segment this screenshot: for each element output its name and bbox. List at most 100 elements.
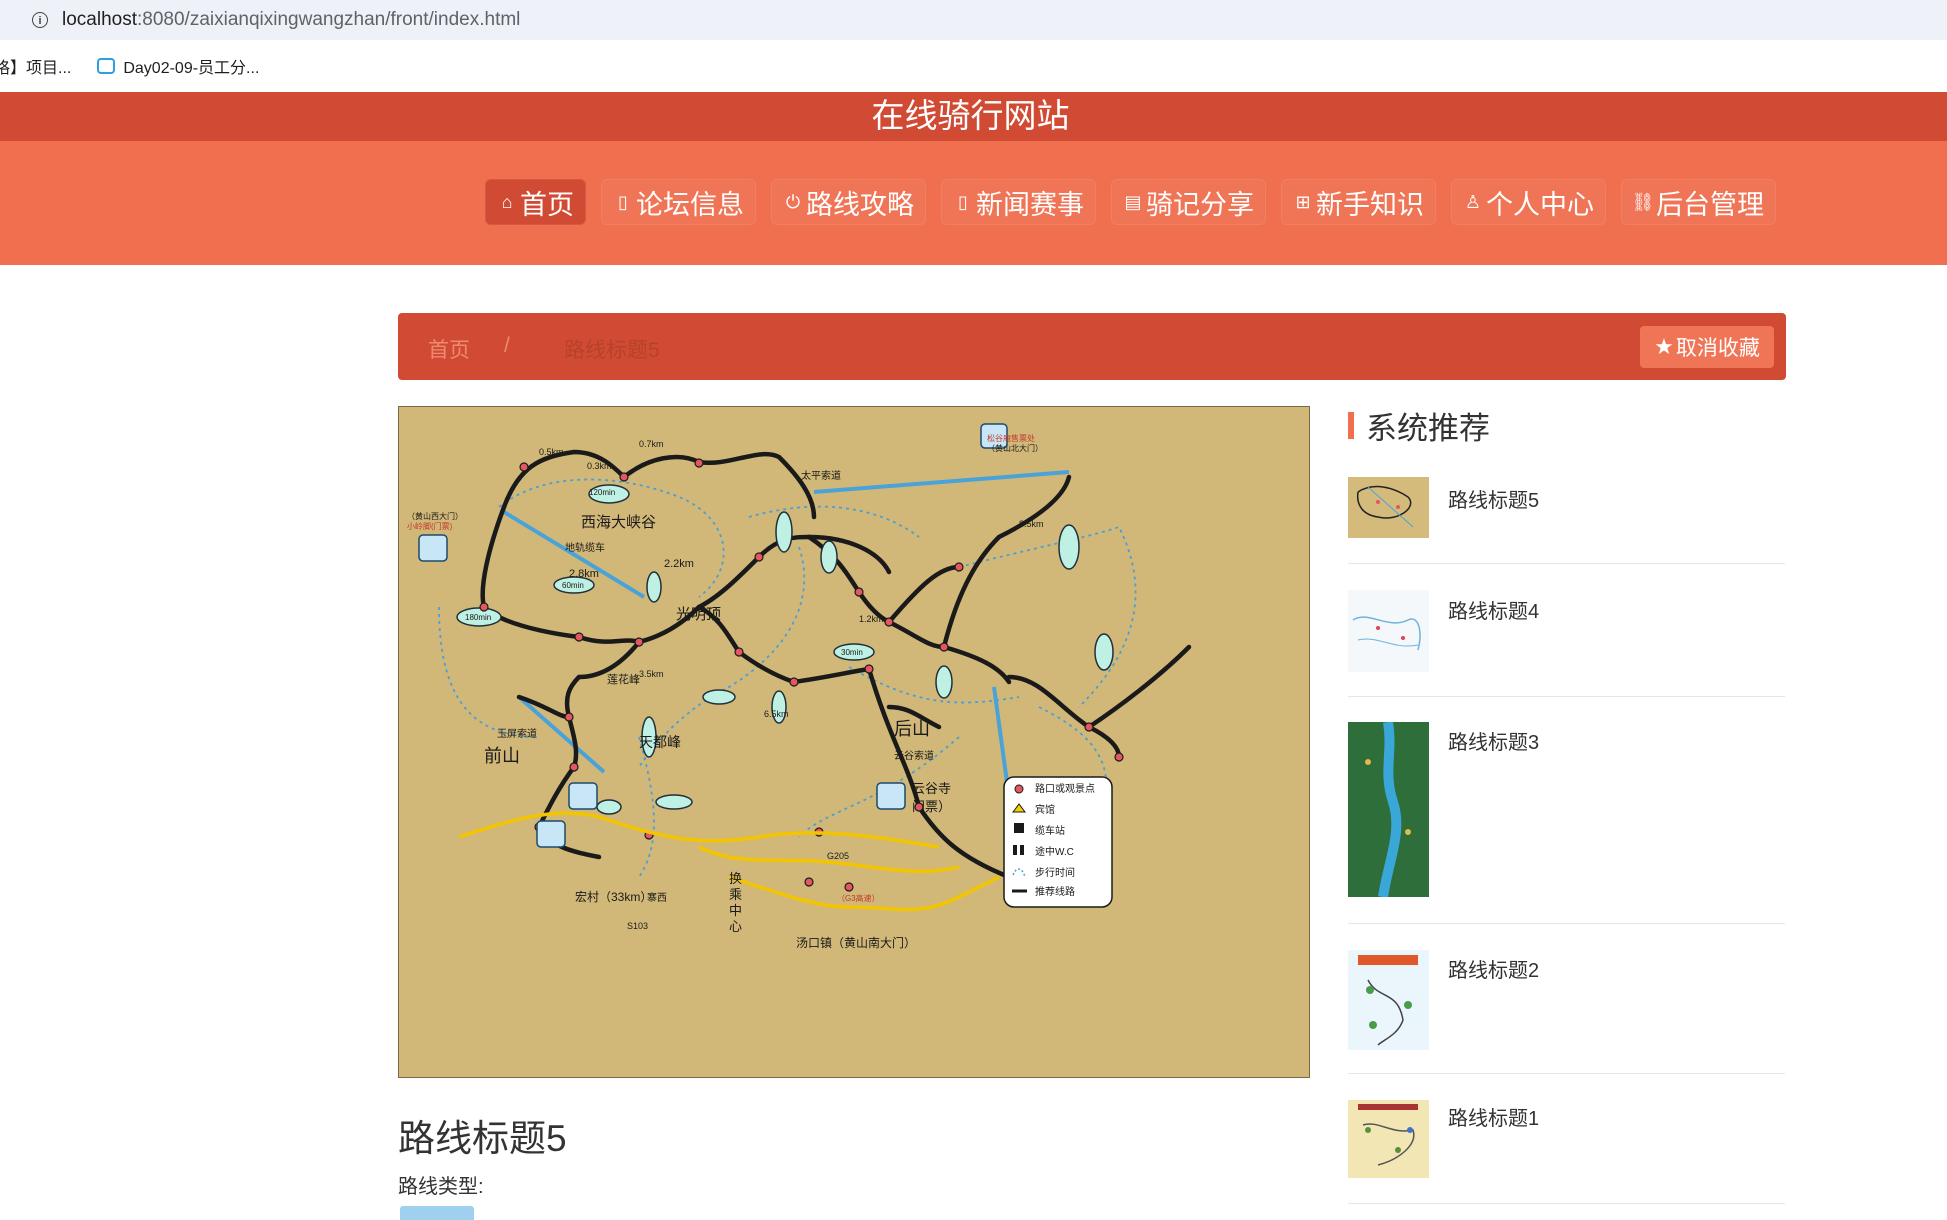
map-label-lianhua: 莲花峰 bbox=[607, 673, 640, 686]
home-icon: ⌂ bbox=[501, 191, 513, 212]
map-distance: 8.5km bbox=[1019, 519, 1044, 529]
legend-label: 途中W.C bbox=[1035, 845, 1074, 858]
map-label-zhaixi: 寨西 bbox=[647, 891, 667, 904]
url-path: :8080/zaixianqixingwangzhan/front/index.… bbox=[137, 9, 521, 30]
nav-item-label: 个人中心 bbox=[1486, 189, 1594, 220]
map-distance: 6.5km bbox=[764, 709, 789, 719]
breadcrumb-separator: / bbox=[504, 334, 510, 357]
heading-accent-bar bbox=[1348, 411, 1354, 439]
recommend-item-label[interactable]: 路线标题5 bbox=[1448, 484, 1539, 513]
bookmark-item[interactable]: Day02-09-员工分... bbox=[97, 54, 259, 78]
recommend-item[interactable]: 路线标题2 bbox=[1348, 950, 1785, 1074]
map-distance: 0.7km bbox=[639, 439, 664, 449]
map-label-s103: S103 bbox=[627, 921, 648, 931]
map-label-yungu-suodao: 云谷索道 bbox=[894, 749, 934, 762]
map-time-badge: 180min bbox=[465, 613, 491, 622]
unfavorite-label: 取消收藏 bbox=[1675, 337, 1760, 360]
breadcrumb-home[interactable]: 首页 bbox=[428, 334, 470, 364]
map-label-songgu-2: （黄山北大门） bbox=[987, 443, 1043, 453]
address-bar[interactable]: i localhost:8080/zaixianqixingwangzhan/f… bbox=[0, 0, 1947, 40]
recommend-item-label[interactable]: 路线标题4 bbox=[1448, 595, 1539, 624]
legend-toilet-icon bbox=[1013, 845, 1017, 855]
map-label-zhong: 中 bbox=[729, 903, 742, 918]
map-label-cheng: 乘 bbox=[729, 887, 742, 902]
map-thumb-icon[interactable] bbox=[1348, 477, 1429, 538]
link-icon: ⛓ bbox=[1631, 191, 1655, 212]
nav-item-2[interactable]: ⏻ 路线攻略 bbox=[771, 179, 926, 225]
map-distance: 2.2km bbox=[664, 558, 694, 570]
recommend-item-label[interactable]: 路线标题3 bbox=[1448, 726, 1539, 755]
map-distance: 3.5km bbox=[639, 669, 664, 679]
site-title-bar: 在线骑行网站 bbox=[0, 92, 1947, 141]
route-map-image: 西海大峡谷 光明顶 后山 前山 天都峰 莲花峰 宏村（33km） 寨西 汤口镇（… bbox=[398, 406, 1310, 1078]
book-icon: ▯ bbox=[618, 191, 628, 212]
legend-dot-icon bbox=[1014, 784, 1024, 794]
recommend-item-label[interactable]: 路线标题1 bbox=[1448, 1102, 1539, 1131]
unfavorite-button[interactable]: ★ 取消收藏 bbox=[1640, 326, 1774, 368]
route-map-svg: 西海大峡谷 光明顶 后山 前山 天都峰 莲花峰 宏村（33km） 寨西 汤口镇（… bbox=[399, 407, 1309, 1077]
map-label-yuping-suodao: 玉屏索道 bbox=[497, 727, 537, 740]
legend-label: 推荐线路 bbox=[1035, 885, 1075, 898]
nav-item-6[interactable]: ♙ 个人中心 bbox=[1451, 179, 1606, 225]
recommend-heading-text: 系统推荐 bbox=[1366, 410, 1490, 446]
calendar-icon: ▤ bbox=[1124, 191, 1142, 212]
bookmark-item[interactable]: 咯】项目... bbox=[0, 54, 71, 78]
map-label-xin: 心 bbox=[729, 919, 742, 934]
power-icon: ⏻ bbox=[785, 191, 801, 212]
map-label-xiaolingjiao: 小岭脚(门票) bbox=[407, 521, 453, 531]
map-label-menpiao: 门票） bbox=[912, 799, 951, 814]
star-icon: ★ bbox=[1654, 334, 1674, 359]
map-label-tangkou: 汤口镇（黄山南大门） bbox=[796, 935, 916, 950]
document-icon: ▯ bbox=[958, 191, 968, 212]
bookmark-label: 咯】项目... bbox=[0, 60, 72, 77]
legend-label: 路口或观景点 bbox=[1035, 782, 1095, 795]
map-time-badge: 60min bbox=[562, 581, 584, 590]
map-distance: 0.3km bbox=[587, 461, 612, 471]
map-legend: 路口或观景点 宾馆 缆车站 途中W.C 步行时间 推荐线路 bbox=[1003, 776, 1113, 908]
recommend-item-label[interactable]: 路线标题2 bbox=[1448, 954, 1539, 983]
map-thumb-icon[interactable] bbox=[1348, 590, 1429, 672]
nav-item-1[interactable]: ▯ 论坛信息 bbox=[601, 179, 756, 225]
map-thumb-icon[interactable] bbox=[1348, 722, 1429, 897]
nav-item-label: 后台管理 bbox=[1656, 189, 1764, 220]
nav-item-0[interactable]: ⌂ 首页 bbox=[485, 179, 586, 225]
nav-item-7[interactable]: ⛓ 后台管理 bbox=[1621, 179, 1776, 225]
map-time-badge: 120min bbox=[589, 488, 615, 497]
map-label-g205: G205 bbox=[827, 851, 849, 861]
recommend-heading: 系统推荐 bbox=[1348, 406, 1490, 446]
map-label-hongcun: 宏村（33km） bbox=[575, 889, 652, 904]
route-title: 路线标题5 bbox=[398, 1118, 567, 1159]
recommend-item[interactable]: 路线标题3 bbox=[1348, 722, 1785, 924]
bilibili-icon bbox=[97, 58, 116, 74]
nav-item-label: 骑记分享 bbox=[1146, 189, 1254, 220]
legend-label: 缆车站 bbox=[1035, 824, 1065, 837]
recommend-item[interactable]: 路线标题1 bbox=[1348, 1100, 1785, 1204]
breadcrumb: 首页 / 路线标题5 ★ 取消收藏 bbox=[398, 313, 1786, 380]
map-thumb-icon[interactable] bbox=[1348, 950, 1429, 1050]
map-thumb-icon[interactable] bbox=[1348, 1100, 1429, 1178]
url-host: localhost bbox=[62, 9, 137, 30]
nav-item-label: 路线攻略 bbox=[806, 189, 914, 220]
nav-item-5[interactable]: ⊞ 新手知识 bbox=[1281, 179, 1436, 225]
route-type-label: 路线类型: bbox=[398, 1176, 484, 1198]
map-label-g3: （G3高速） bbox=[837, 893, 880, 903]
recommend-item[interactable]: 路线标题4 bbox=[1348, 590, 1785, 697]
nav-list: ⌂ 首页 ▯ 论坛信息 ⏻ 路线攻略 ▯ 新闻赛事 ▤ 骑记分享 ⊞ 新手知识 ♙ 个人中心 ⛓ 后台管理 bbox=[485, 179, 1791, 225]
map-label-tiandu: 天都峰 bbox=[639, 734, 681, 750]
url-text[interactable]: localhost:8080/zaixianqixingwangzhan/fro… bbox=[62, 9, 520, 31]
map-distance: 2.8km bbox=[569, 568, 599, 580]
map-label-guangming: 光明顶 bbox=[676, 606, 721, 623]
legend-cable-car-icon bbox=[1014, 823, 1024, 833]
nav-item-4[interactable]: ▤ 骑记分享 bbox=[1111, 179, 1266, 225]
map-time-badge: 30min bbox=[841, 648, 863, 657]
map-distance: 0.5km bbox=[539, 447, 564, 457]
map-label-ditie: 地轨缆车 bbox=[565, 541, 605, 554]
breadcrumb-current: 路线标题5 bbox=[564, 339, 660, 362]
site-info-icon[interactable]: i bbox=[32, 12, 48, 28]
route-type-tag bbox=[400, 1206, 474, 1220]
legend-label: 宾馆 bbox=[1035, 803, 1055, 816]
nav-item-label: 新手知识 bbox=[1316, 189, 1424, 220]
nav-item-3[interactable]: ▯ 新闻赛事 bbox=[941, 179, 1096, 225]
nav-item-label: 新闻赛事 bbox=[976, 189, 1084, 220]
recommend-item[interactable]: 路线标题5 bbox=[1348, 477, 1785, 564]
